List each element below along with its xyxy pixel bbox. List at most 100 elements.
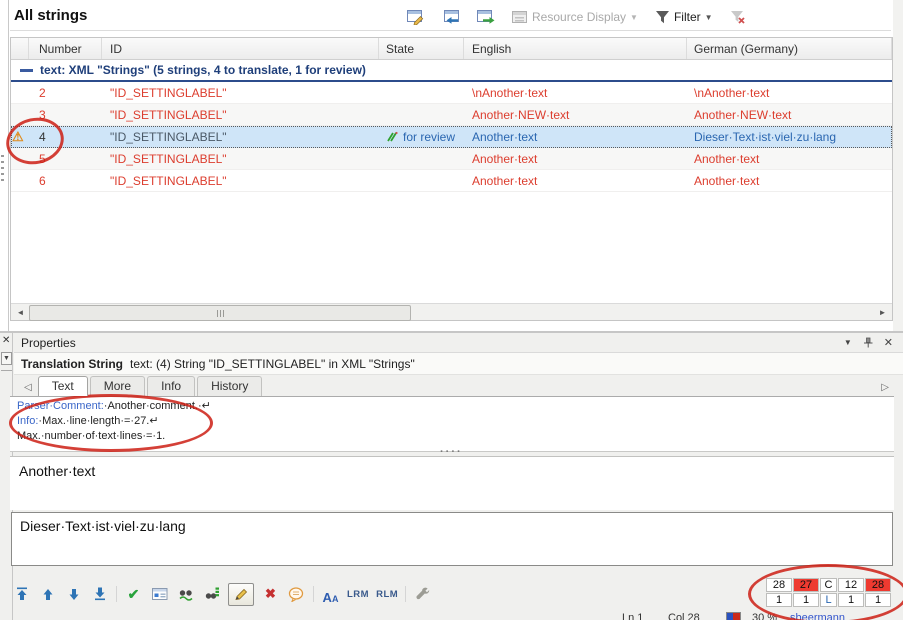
- wrench-icon[interactable]: [413, 585, 432, 604]
- table-row-selected[interactable]: ⚠ 4 "ID_SETTINGLABEL" for review Another…: [11, 126, 892, 148]
- properties-title: Properties: [21, 336, 76, 350]
- tab-scroll-left-icon[interactable]: ◁: [24, 382, 32, 393]
- counter-cell: L: [820, 593, 837, 607]
- title-divider: [10, 30, 891, 31]
- table-row[interactable]: 5 "ID_SETTINGLABEL" Another·text Another…: [11, 148, 892, 170]
- properties-titlebar-buttons: ▼ ✕: [844, 336, 893, 349]
- next-string-button[interactable]: [64, 585, 83, 604]
- group-header-row[interactable]: text: XML "Strings" (5 strings, 4 to tra…: [11, 60, 892, 82]
- properties-panel: ✕ ▼ Properties ▼ ✕ Translation String te…: [0, 333, 903, 620]
- column-header-number[interactable]: Number: [29, 38, 102, 59]
- find-replace-icon[interactable]: [176, 585, 195, 604]
- column-header-id[interactable]: ID: [102, 38, 379, 59]
- cell-english: Another·text: [464, 130, 687, 144]
- string-properties-button[interactable]: [150, 585, 169, 604]
- source-text: Another·text: [19, 463, 95, 479]
- main-toolbar: Resource Display ▼ Filter ▼: [404, 6, 750, 28]
- rlm-button[interactable]: RLM: [376, 589, 398, 600]
- column-header-row: Number ID State English German (Germany): [11, 38, 892, 60]
- resource-display-button: Resource Display ▼: [509, 8, 641, 26]
- cell-english: Another·text: [464, 152, 687, 166]
- pin-icon[interactable]: [863, 337, 873, 348]
- length-counter-grid: 28 27 C 12 28 1 1 L 1 1: [766, 578, 891, 607]
- group-header-label: text: XML "Strings" (5 strings, 4 to tra…: [40, 63, 366, 77]
- cell-number: 4: [29, 130, 102, 144]
- status-percent: 30 %: [752, 612, 777, 620]
- close-icon[interactable]: ✕: [2, 335, 10, 346]
- edit-text-button-pressed[interactable]: [228, 583, 254, 606]
- window-arrow-left-icon: [442, 10, 460, 25]
- find-in-list-icon[interactable]: [202, 585, 221, 604]
- tab-history[interactable]: History: [197, 376, 262, 396]
- scroll-left-button[interactable]: ◄: [12, 305, 29, 320]
- comment-balloon-button[interactable]: [287, 585, 306, 604]
- scroll-right-button[interactable]: ►: [874, 305, 891, 320]
- cell-german: Dieser·Text·ist·viel·zu·lang: [687, 130, 892, 144]
- cell-german: \nAnother·text: [687, 86, 892, 100]
- filter-label: Filter: [674, 10, 701, 24]
- cell-id: "ID_SETTINGLABEL": [102, 174, 379, 188]
- copy-source-button[interactable]: [439, 8, 463, 27]
- table-row[interactable]: 2 "ID_SETTINGLABEL" \nAnother·text \nAno…: [11, 82, 892, 104]
- counter-cell: 28: [766, 578, 792, 592]
- info-text-2: Max.·number·of·text·lines·=·1.: [17, 430, 165, 442]
- close-icon[interactable]: ✕: [884, 336, 893, 349]
- cell-state: for review: [379, 130, 464, 144]
- translation-text: Dieser·Text·ist·viel·zu·lang: [20, 518, 186, 534]
- column-header-english[interactable]: English: [464, 38, 687, 59]
- first-string-button[interactable]: [12, 585, 31, 604]
- tab-more[interactable]: More: [90, 376, 145, 396]
- table-row[interactable]: 3 "ID_SETTINGLABEL" Another·NEW·text Ano…: [11, 104, 892, 126]
- chevron-down-icon[interactable]: ▼: [705, 13, 713, 22]
- filter-button[interactable]: Filter ▼: [652, 8, 716, 26]
- for-review-icon: [386, 131, 399, 142]
- font-icon[interactable]: AA: [321, 585, 340, 604]
- chevron-down-icon[interactable]: ▼: [1, 352, 12, 365]
- counter-cell: 12: [838, 578, 864, 592]
- tab-text[interactable]: Text: [38, 376, 88, 396]
- lrm-button[interactable]: LRM: [347, 589, 369, 600]
- counter-cell: 1: [793, 593, 819, 607]
- table-row[interactable]: 6 "ID_SETTINGLABEL" Another·text Another…: [11, 170, 892, 192]
- window-arrow-right-icon: [477, 10, 495, 25]
- counter-cell-highlighted: 28: [865, 578, 891, 592]
- collapse-group-icon[interactable]: [20, 69, 33, 72]
- horizontal-scrollbar[interactable]: ◄ ►: [11, 303, 892, 320]
- scrollbar-thumb[interactable]: [29, 305, 411, 321]
- resource-display-label: Resource Display: [532, 10, 626, 24]
- tab-info[interactable]: Info: [147, 376, 195, 396]
- tab-scroll-right-icon[interactable]: ▷: [881, 382, 889, 393]
- last-string-button[interactable]: [90, 585, 109, 604]
- properties-tabstrip: ◁ Text More Info History ▷: [14, 375, 903, 396]
- mini-divider: [1, 370, 12, 371]
- resource-display-icon: [512, 11, 528, 24]
- warning-icon: ⚠: [12, 130, 24, 144]
- status-user: sbeermann: [790, 612, 845, 620]
- cell-id: "ID_SETTINGLABEL": [102, 152, 379, 166]
- properties-titlebar[interactable]: Properties: [14, 333, 903, 353]
- info-text-1: ·Max.·line·length·=·27.↵: [38, 415, 158, 427]
- previous-string-button[interactable]: [38, 585, 57, 604]
- info-line-2: Max.·number·of·text·lines·=·1.: [17, 429, 894, 444]
- column-header-german[interactable]: German (Germany): [687, 38, 892, 59]
- pencil-icon: [234, 588, 248, 601]
- reject-translation-button[interactable]: ✖: [261, 585, 280, 604]
- cell-german: Another·NEW·text: [687, 108, 892, 122]
- chevron-down-icon[interactable]: ▼: [844, 338, 852, 347]
- translation-edit-box[interactable]: Dieser·Text·ist·viel·zu·lang: [11, 512, 893, 566]
- left-drag-handle[interactable]: [1, 155, 4, 183]
- cell-id: "ID_SETTINGLABEL": [102, 108, 379, 122]
- right-edge-strip: [893, 0, 903, 331]
- translation-string-header: Translation String text: (4) String "ID_…: [14, 353, 903, 375]
- counter-cell-highlighted: 27: [793, 578, 819, 592]
- add-translation-button[interactable]: [474, 8, 498, 27]
- state-label: for review: [403, 130, 455, 144]
- translation-string-detail: text: (4) String "ID_SETTINGLABEL" in XM…: [130, 357, 415, 371]
- edit-string-button[interactable]: [404, 8, 428, 27]
- confirm-translation-button[interactable]: ✔: [124, 585, 143, 604]
- cell-german: Another·text: [687, 152, 892, 166]
- comment-info-box: Parser·Comment:·Another·comment.·↵ Info:…: [10, 396, 894, 452]
- column-header-state[interactable]: State: [379, 38, 464, 59]
- passolo-string-list-window: All strings Resource Display ▼: [0, 0, 903, 620]
- clear-filter-button: [727, 8, 750, 26]
